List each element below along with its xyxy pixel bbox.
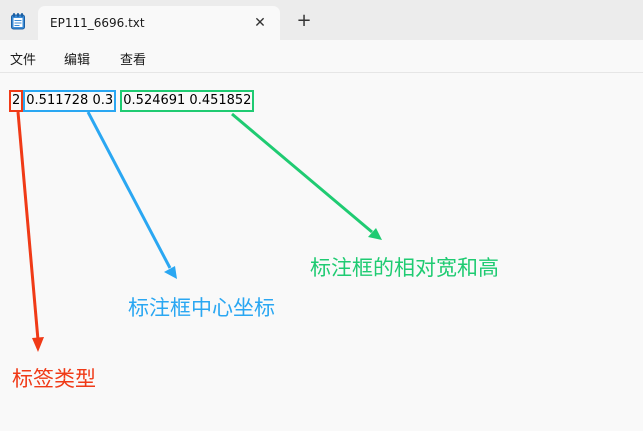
- annotation-size-label: 标注框的相对宽和高: [310, 256, 499, 280]
- annotation-class-label: 标签类型: [12, 367, 96, 391]
- annotation-center-label: 标注框中心坐标: [128, 296, 275, 320]
- red-arrow: [16, 111, 44, 352]
- green-arrow: [231, 112, 382, 240]
- annotation-arrows: [16, 111, 382, 352]
- blue-arrow: [86, 111, 177, 279]
